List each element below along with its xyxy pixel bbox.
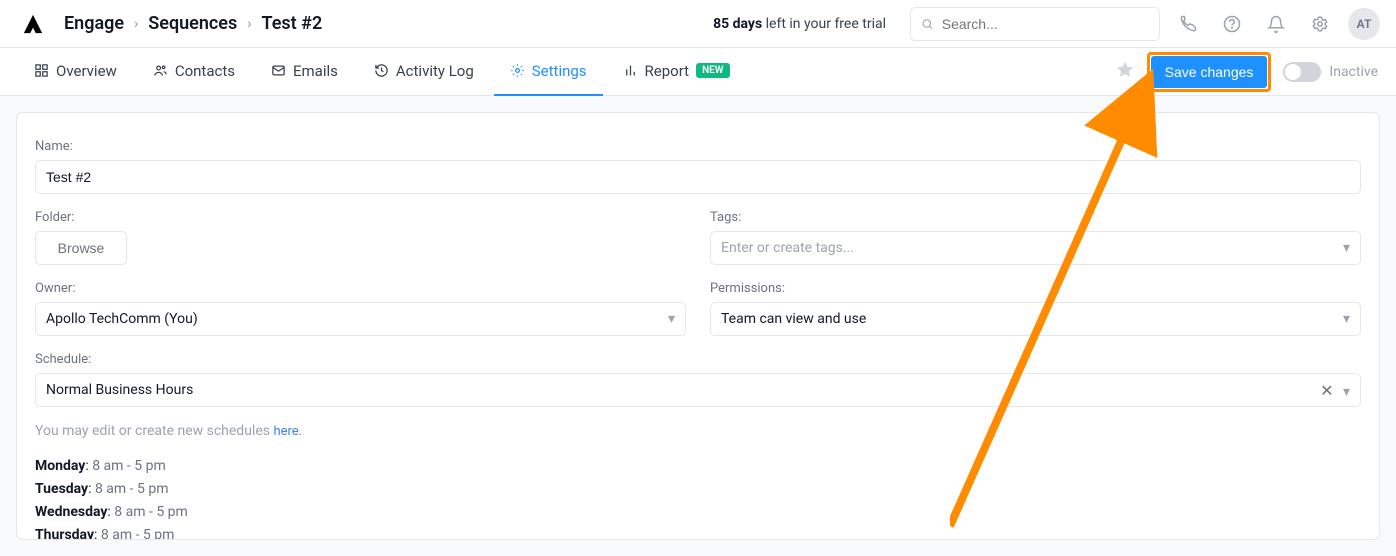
tab-contacts[interactable]: Contacts <box>137 48 251 96</box>
chevron-right-icon: › <box>134 16 138 32</box>
schedule-row: Monday: 8 am - 5 pm <box>35 455 1361 478</box>
gear-icon[interactable] <box>1304 8 1336 40</box>
schedule-row: Wednesday: 8 am - 5 pm <box>35 501 1361 524</box>
crumb-sequences[interactable]: Sequences <box>148 13 237 34</box>
grid-icon <box>34 63 49 78</box>
tab-report[interactable]: Report NEW <box>607 48 746 96</box>
schedule-row: Thursday: 8 am - 5 pm <box>35 524 1361 540</box>
caret-down-icon: ▾ <box>668 311 675 327</box>
schedule-here-link[interactable]: here. <box>273 424 302 439</box>
crumb-engage[interactable]: Engage <box>64 13 124 34</box>
schedule-select[interactable]: Normal Business Hours ✕ ▾ <box>35 373 1361 407</box>
users-icon <box>153 63 168 78</box>
tab-emails[interactable]: Emails <box>255 48 354 96</box>
star-icon[interactable] <box>1115 60 1135 84</box>
name-label: Name: <box>35 139 1361 154</box>
history-icon <box>374 63 389 78</box>
owner-select[interactable]: Apollo TechComm (You) ▾ <box>35 302 686 336</box>
caret-down-icon: ▾ <box>1343 240 1350 256</box>
bell-icon[interactable] <box>1260 8 1292 40</box>
tags-label: Tags: <box>710 210 1361 225</box>
inactive-label: Inactive <box>1329 64 1378 80</box>
clear-icon[interactable]: ✕ <box>1320 381 1333 400</box>
search-icon <box>921 17 934 31</box>
tab-activity-log[interactable]: Activity Log <box>358 48 490 96</box>
owner-label: Owner: <box>35 281 686 296</box>
tab-overview[interactable]: Overview <box>18 48 133 96</box>
breadcrumb: Engage › Sequences › Test #2 <box>64 13 322 34</box>
chevron-right-icon: › <box>247 16 251 32</box>
permissions-select[interactable]: Team can view and use ▾ <box>710 302 1361 336</box>
schedule-row: Tuesday: 8 am - 5 pm <box>35 478 1361 501</box>
caret-down-icon: ▾ <box>1343 384 1350 400</box>
new-badge: NEW <box>696 63 730 78</box>
folder-label: Folder: <box>35 210 686 225</box>
crumb-current: Test #2 <box>261 13 322 34</box>
help-icon[interactable] <box>1216 8 1248 40</box>
browse-button[interactable]: Browse <box>35 231 127 265</box>
tags-select[interactable]: Enter or create tags... ▾ <box>710 231 1361 265</box>
permissions-label: Permissions: <box>710 281 1361 296</box>
bar-chart-icon <box>623 63 638 78</box>
search-input[interactable] <box>910 7 1160 41</box>
save-highlight: Save changes <box>1147 52 1272 92</box>
name-input[interactable] <box>35 160 1361 194</box>
schedule-rows: Monday: 8 am - 5 pmTuesday: 8 am - 5 pmW… <box>35 455 1361 540</box>
active-toggle[interactable] <box>1283 62 1321 82</box>
gear-icon <box>510 63 525 78</box>
apollo-logo[interactable] <box>22 13 44 35</box>
avatar[interactable]: AT <box>1348 8 1380 40</box>
schedule-hint: You may edit or create new schedules her… <box>35 423 1361 439</box>
save-button[interactable]: Save changes <box>1151 56 1268 88</box>
trial-notice: 85 days left in your free trial <box>713 16 886 32</box>
caret-down-icon: ▾ <box>1343 311 1350 327</box>
mail-icon <box>271 63 286 78</box>
schedule-label: Schedule: <box>35 352 1361 367</box>
tab-settings[interactable]: Settings <box>494 48 603 96</box>
phone-icon[interactable] <box>1172 8 1204 40</box>
